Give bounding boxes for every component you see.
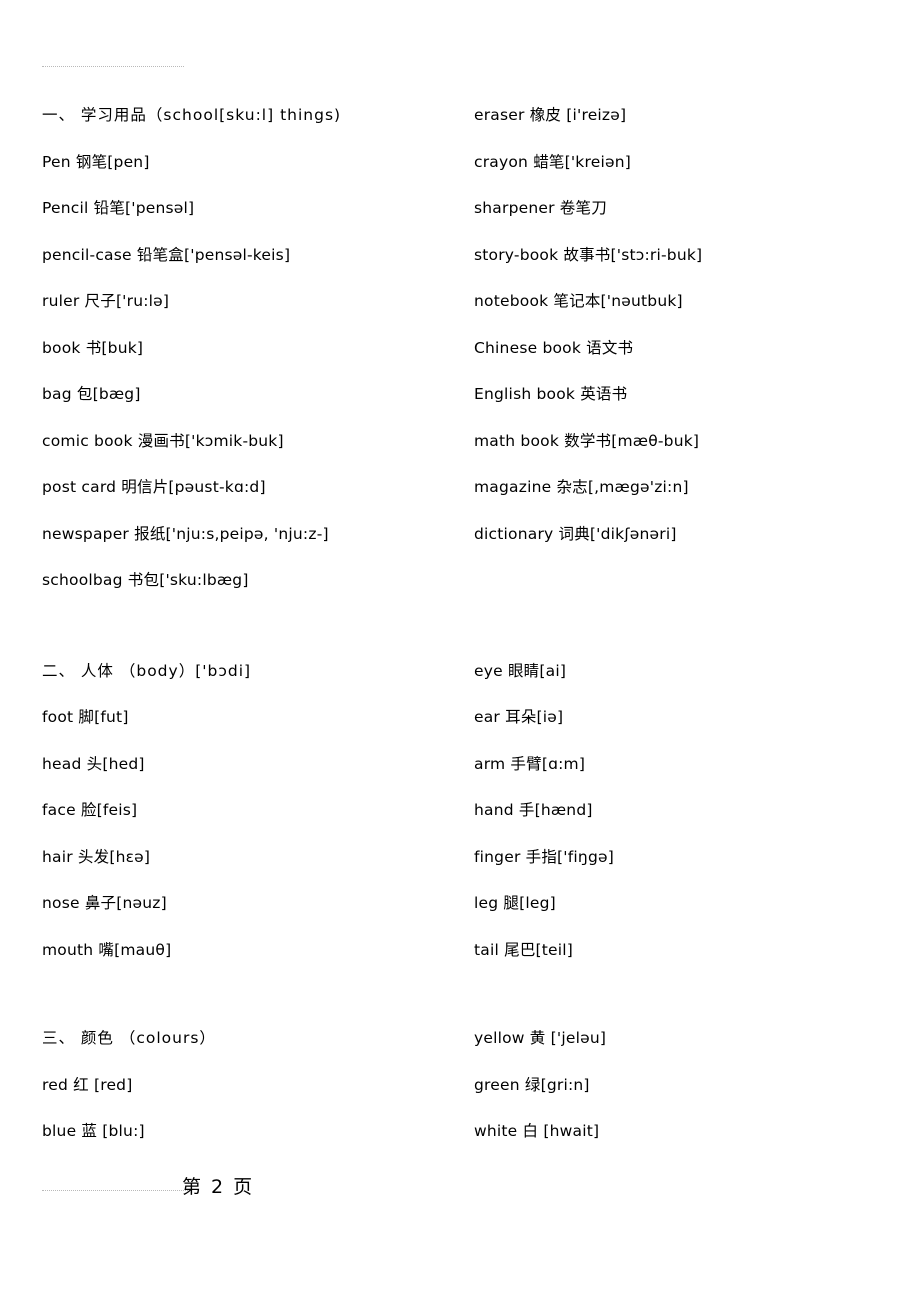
list-item: comic book 漫画书['kɔmik-buk]: [42, 431, 284, 450]
document-content: 一、 学习用品（school[sku:l] things) Pen 钢笔[pen…: [42, 92, 878, 1155]
column-left: 一、 学习用品（school[sku:l] things) Pen 钢笔[pen…: [42, 92, 474, 604]
list-item: newspaper 报纸['nju:s,peipə, 'nju:z-]: [42, 524, 329, 543]
list-item: story-book 故事书['stɔ:ri-buk]: [474, 245, 703, 264]
list-item: pencil-case 铅笔盒['pensəl-keis]: [42, 245, 291, 264]
list-item: magazine 杂志[,mægə'zi:n]: [474, 478, 689, 496]
list-item: red 红 [red]: [42, 1075, 133, 1094]
list-item: eraser 橡皮 [i'reizə]: [474, 106, 627, 124]
list-item: green 绿[gri:n]: [474, 1075, 590, 1094]
top-divider: [42, 66, 184, 67]
list-item: blue 蓝 [blu:]: [42, 1122, 145, 1140]
document-page: 一、 学习用品（school[sku:l] things) Pen 钢笔[pen…: [0, 0, 920, 1302]
list-item: Chinese book 语文书: [474, 338, 634, 357]
column-left: 三、 颜色 （colours） red 红 [red] blue 蓝 [blu:…: [42, 1015, 474, 1155]
list-item: leg 腿[leg]: [474, 894, 556, 912]
list-item: English book 英语书: [474, 385, 628, 403]
footer-divider: [42, 1190, 188, 1191]
list-item: head 头[hed]: [42, 754, 145, 773]
list-item: hair 头发[hεə]: [42, 847, 151, 866]
list-item: eye 眼睛[ai]: [474, 661, 567, 680]
list-item: Pen 钢笔[pen]: [42, 152, 150, 171]
section-columns: 三、 颜色 （colours） red 红 [red] blue 蓝 [blu:…: [42, 1015, 878, 1155]
list-item: nose 鼻子[nəuz]: [42, 894, 167, 912]
list-item: ear 耳朵[iə]: [474, 708, 564, 726]
list-item: schoolbag 书包['sku:lbæg]: [42, 571, 249, 589]
list-item: ruler 尺子['ru:lə]: [42, 292, 170, 310]
list-item: foot 脚[fut]: [42, 708, 129, 726]
list-item: finger 手指['fiŋgə]: [474, 847, 614, 866]
section-heading: 一、 学习用品（school[sku:l] things): [42, 106, 342, 124]
page-number: 第 2 页: [182, 1176, 255, 1198]
list-item: bag 包[bæg]: [42, 385, 141, 403]
list-item: sharpener 卷笔刀: [474, 199, 607, 217]
list-item: hand 手[hænd]: [474, 801, 593, 819]
section-heading: 三、 颜色 （colours）: [42, 1029, 216, 1047]
list-item: crayon 蜡笔['kreiən]: [474, 152, 631, 171]
list-item: Pencil 铅笔['pensəl]: [42, 199, 195, 217]
list-item: post card 明信片[pəust-kɑ:d]: [42, 478, 266, 496]
section-heading: 二、 人体 （body）['bɔdi]: [42, 661, 252, 680]
list-item: white 白 [hwait]: [474, 1122, 600, 1140]
list-item: dictionary 词典['dikʃənəri]: [474, 524, 677, 543]
list-item: tail 尾巴[teil]: [474, 940, 574, 959]
section-columns: 一、 学习用品（school[sku:l] things) Pen 钢笔[pen…: [42, 92, 878, 604]
column-right: eye 眼睛[ai] ear 耳朵[iə] arm 手臂[ɑ:m] hand 手…: [474, 648, 878, 974]
list-item: face 脸[feis]: [42, 801, 138, 819]
column-right: eraser 橡皮 [i'reizə] crayon 蜡笔['kreiən] s…: [474, 92, 878, 604]
column-right: yellow 黄 ['jeləu] green 绿[gri:n] white 白…: [474, 1015, 878, 1155]
list-item: notebook 笔记本['nəutbuk]: [474, 292, 683, 310]
list-item: book 书[buk]: [42, 338, 144, 357]
page-footer: 第 2 页: [42, 1172, 878, 1212]
section-school-things: 一、 学习用品（school[sku:l] things) Pen 钢笔[pen…: [42, 92, 878, 604]
section-body: 二、 人体 （body）['bɔdi] foot 脚[fut] head 头[h…: [42, 648, 878, 974]
list-item: math book 数学书[mæθ-buk]: [474, 431, 700, 450]
section-colours: 三、 颜色 （colours） red 红 [red] blue 蓝 [blu:…: [42, 1015, 878, 1155]
list-item: yellow 黄 ['jeləu]: [474, 1029, 607, 1047]
section-columns: 二、 人体 （body）['bɔdi] foot 脚[fut] head 头[h…: [42, 648, 878, 974]
list-item: arm 手臂[ɑ:m]: [474, 754, 586, 773]
column-left: 二、 人体 （body）['bɔdi] foot 脚[fut] head 头[h…: [42, 648, 474, 974]
list-item: mouth 嘴[mauθ]: [42, 940, 172, 959]
